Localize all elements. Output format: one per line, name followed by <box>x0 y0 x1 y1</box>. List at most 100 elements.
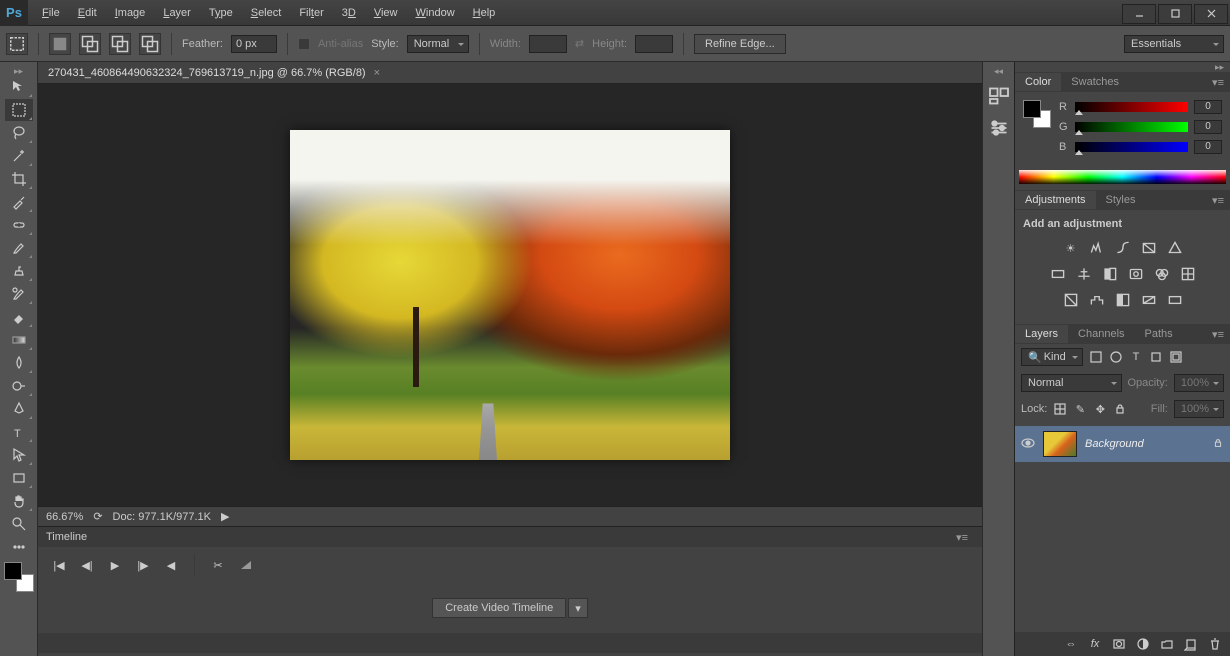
bw-icon[interactable] <box>1100 264 1120 284</box>
color-swatch[interactable] <box>1023 100 1051 128</box>
spectrum-picker[interactable] <box>1019 170 1226 184</box>
layer-item[interactable]: Background <box>1015 426 1230 462</box>
lock-all-icon[interactable] <box>1113 402 1127 416</box>
eyedropper-tool[interactable] <box>5 191 33 213</box>
brush-tool[interactable] <box>5 237 33 259</box>
color-menu-icon[interactable]: ▾≡ <box>1206 76 1230 89</box>
status-arrow-icon[interactable]: ▶ <box>221 510 229 523</box>
filter-kind-dropdown[interactable]: 🔍Kind <box>1021 348 1083 366</box>
menu-image[interactable]: Image <box>107 3 154 23</box>
r-value[interactable]: 0 <box>1194 100 1222 114</box>
filter-adjust-icon[interactable] <box>1109 350 1123 364</box>
link-layers-icon[interactable]: ⇔ <box>1064 637 1078 651</box>
zoom-level[interactable]: 66.67% <box>46 511 83 523</box>
close-tab-icon[interactable]: × <box>374 67 380 79</box>
menu-select[interactable]: Select <box>243 3 290 23</box>
paths-tab[interactable]: Paths <box>1135 325 1183 343</box>
new-layer-icon[interactable] <box>1184 637 1198 651</box>
scissors-icon[interactable]: ✂ <box>211 558 225 572</box>
gradient-tool[interactable] <box>5 329 33 351</box>
curves-icon[interactable] <box>1113 238 1133 258</box>
filter-pixel-icon[interactable] <box>1089 350 1103 364</box>
lock-position-icon[interactable]: ✥ <box>1093 402 1107 416</box>
clone-stamp-tool[interactable] <box>5 260 33 282</box>
layer-name[interactable]: Background <box>1085 438 1144 450</box>
selective-color-icon[interactable] <box>1165 290 1185 310</box>
menu-layer[interactable]: Layer <box>155 3 199 23</box>
blend-mode-dropdown[interactable]: Normal <box>1021 374 1122 392</box>
lasso-tool[interactable] <box>5 122 33 144</box>
b-value[interactable]: 0 <box>1194 140 1222 154</box>
adjustments-tab[interactable]: Adjustments <box>1015 191 1096 209</box>
play-icon[interactable]: ▶ <box>108 558 122 572</box>
add-selection-icon[interactable] <box>79 33 101 55</box>
color-balance-icon[interactable] <box>1074 264 1094 284</box>
subtract-selection-icon[interactable] <box>109 33 131 55</box>
posterize-icon[interactable] <box>1087 290 1107 310</box>
levels-icon[interactable] <box>1087 238 1107 258</box>
document-tab[interactable]: 270431_460864490632324_769613719_n.jpg @… <box>38 62 982 84</box>
channel-mixer-icon[interactable] <box>1152 264 1172 284</box>
panels-collapse-icon[interactable]: ▸▸ <box>1015 62 1230 72</box>
hand-tool[interactable] <box>5 490 33 512</box>
filter-shape-icon[interactable] <box>1149 350 1163 364</box>
maximize-button[interactable] <box>1158 4 1192 24</box>
history-brush-tool[interactable] <box>5 283 33 305</box>
visibility-icon[interactable] <box>1021 436 1035 453</box>
styles-tab[interactable]: Styles <box>1096 191 1146 209</box>
menu-type[interactable]: Type <box>201 3 241 23</box>
opacity-input[interactable]: 100% <box>1174 374 1224 392</box>
vibrance-icon[interactable] <box>1165 238 1185 258</box>
magic-wand-tool[interactable] <box>5 145 33 167</box>
prev-frame-icon[interactable]: ◀| <box>80 558 94 572</box>
color-lookup-icon[interactable] <box>1178 264 1198 284</box>
create-video-timeline-button[interactable]: Create Video Timeline <box>432 598 566 618</box>
r-slider[interactable] <box>1075 102 1188 112</box>
channels-tab[interactable]: Channels <box>1068 325 1134 343</box>
filter-type-icon[interactable]: T <box>1129 350 1143 364</box>
refine-edge-button[interactable]: Refine Edge... <box>694 34 786 54</box>
menu-file[interactable]: File <box>34 3 68 23</box>
crop-tool[interactable] <box>5 168 33 190</box>
adjustments-menu-icon[interactable]: ▾≡ <box>1206 194 1230 207</box>
active-tool-icon[interactable] <box>6 33 28 55</box>
swatches-tab[interactable]: Swatches <box>1061 73 1129 91</box>
color-swatches[interactable] <box>4 562 34 592</box>
menu-3d[interactable]: 3D <box>334 3 364 23</box>
blur-tool[interactable] <box>5 352 33 374</box>
g-value[interactable]: 0 <box>1194 120 1222 134</box>
marquee-tool[interactable] <box>5 99 33 121</box>
workspace-dropdown[interactable]: Essentials <box>1124 35 1224 53</box>
close-button[interactable] <box>1194 4 1228 24</box>
filter-smart-icon[interactable] <box>1169 350 1183 364</box>
transition-icon[interactable] <box>239 558 253 572</box>
layer-thumbnail[interactable] <box>1043 431 1077 457</box>
first-frame-icon[interactable]: |◀ <box>52 558 66 572</box>
lock-pixels-icon[interactable]: ✎ <box>1073 402 1087 416</box>
pen-tool[interactable] <box>5 398 33 420</box>
photo-filter-icon[interactable] <box>1126 264 1146 284</box>
menu-help[interactable]: Help <box>465 3 504 23</box>
threshold-icon[interactable] <box>1113 290 1133 310</box>
intersect-selection-icon[interactable] <box>139 33 161 55</box>
toolbox-expand-icon[interactable]: ▸▸ <box>0 66 37 76</box>
menu-filter[interactable]: Filter <box>291 3 331 23</box>
minimize-button[interactable] <box>1122 4 1156 24</box>
exposure-icon[interactable] <box>1139 238 1159 258</box>
type-tool[interactable]: T <box>5 421 33 443</box>
canvas-area[interactable] <box>38 84 982 506</box>
canvas[interactable] <box>290 130 730 460</box>
antialias-checkbox[interactable] <box>298 38 310 50</box>
shape-tool[interactable] <box>5 467 33 489</box>
fill-layer-icon[interactable] <box>1136 637 1150 651</box>
next-frame-icon[interactable]: |▶ <box>136 558 150 572</box>
path-select-tool[interactable] <box>5 444 33 466</box>
healing-brush-tool[interactable] <box>5 214 33 236</box>
timeline-menu-icon[interactable]: ▾≡ <box>950 531 974 544</box>
style-dropdown[interactable]: Normal <box>407 35 469 53</box>
fill-input[interactable]: 100% <box>1174 400 1224 418</box>
invert-icon[interactable] <box>1061 290 1081 310</box>
menu-edit[interactable]: Edit <box>70 3 105 23</box>
menu-view[interactable]: View <box>366 3 406 23</box>
lock-transparent-icon[interactable] <box>1053 402 1067 416</box>
